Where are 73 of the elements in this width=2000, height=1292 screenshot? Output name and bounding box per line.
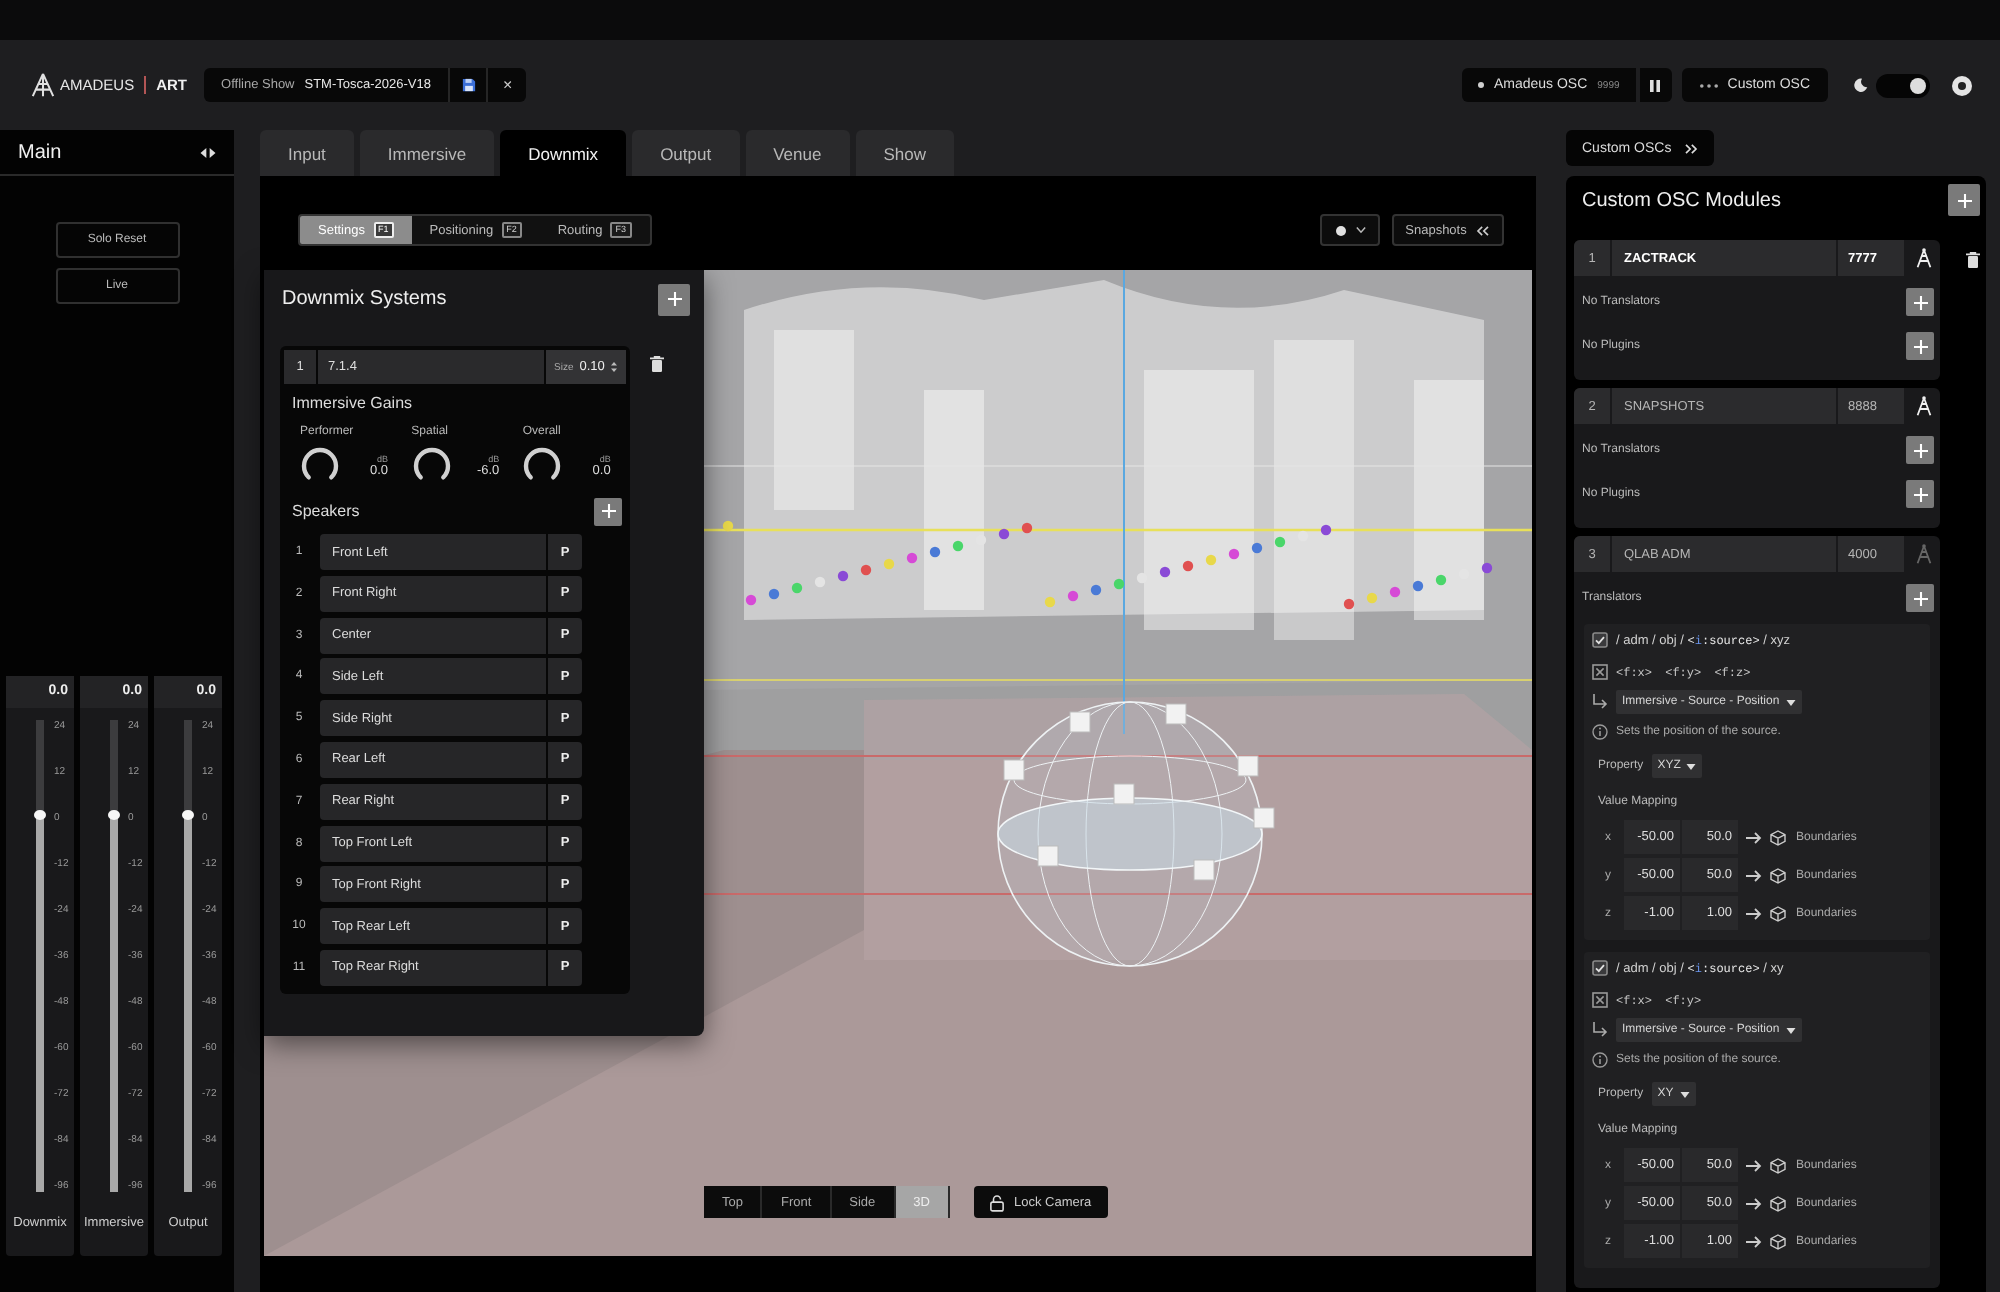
- fader-thumb[interactable]: [182, 809, 194, 820]
- return-arrow-icon: [1592, 694, 1608, 710]
- double-chevron-right-icon: [1683, 143, 1698, 153]
- info-icon: [1592, 1052, 1608, 1068]
- double-chevron-left-icon: [1476, 225, 1491, 235]
- gain-knob[interactable]: [411, 446, 452, 486]
- caret-icon: [1686, 763, 1697, 769]
- tab[interactable]: Venue: [745, 130, 850, 176]
- cube-icon: [1770, 1157, 1786, 1173]
- tab[interactable]: Downmix: [500, 130, 627, 176]
- enabled-checkbox[interactable]: [1592, 960, 1608, 976]
- add-button[interactable]: [594, 497, 622, 525]
- lock-icon: [989, 1193, 1004, 1211]
- plus-icon: [601, 504, 615, 518]
- crossed-square-icon: [1592, 992, 1608, 1008]
- fader-thumb[interactable]: [108, 809, 120, 820]
- right-arrow-icon: [1746, 869, 1762, 881]
- view-options-button[interactable]: [1320, 214, 1380, 246]
- caret-icon: [1355, 226, 1365, 234]
- fader-thumb[interactable]: [34, 809, 46, 820]
- tab[interactable]: Input: [260, 130, 354, 176]
- plus-icon: [1913, 591, 1927, 605]
- cube-icon: [1770, 829, 1786, 845]
- plus-icon: [1913, 339, 1927, 353]
- fader-track[interactable]: [34, 720, 46, 1192]
- panel-title: Custom OSC Modules: [1580, 190, 1781, 212]
- caret-icon: [1785, 699, 1796, 705]
- section-title: Speakers: [292, 502, 360, 520]
- plus-icon: [1913, 487, 1927, 501]
- fader-track[interactable]: [182, 720, 194, 1192]
- right-arrow-icon: [1746, 1159, 1762, 1171]
- trash-icon[interactable]: [650, 356, 664, 372]
- caret-icon: [1679, 1091, 1690, 1097]
- close-button[interactable]: ×: [488, 68, 527, 102]
- trash-icon[interactable]: [1966, 252, 1980, 268]
- cube-icon: [1770, 1233, 1786, 1249]
- right-arrow-icon: [1746, 1235, 1762, 1247]
- save-icon[interactable]: [462, 78, 477, 92]
- right-arrow-icon: [1746, 831, 1762, 843]
- gain-knob[interactable]: [522, 446, 563, 486]
- section-title: Immersive Gains: [292, 394, 415, 414]
- cube-icon: [1770, 905, 1786, 921]
- spinner-icon[interactable]: [610, 360, 619, 374]
- plus-icon: [667, 292, 681, 306]
- fader-track[interactable]: [108, 720, 120, 1192]
- tower-logo-icon: [30, 72, 56, 98]
- plus-icon: [1957, 193, 1971, 207]
- right-arrow-icon: [1746, 907, 1762, 919]
- caret-icon: [1785, 1027, 1796, 1033]
- cube-icon: [1770, 867, 1786, 883]
- add-button[interactable]: [658, 283, 690, 315]
- enabled-checkbox[interactable]: [1592, 632, 1608, 648]
- gain-knob[interactable]: [300, 446, 340, 486]
- pause-button[interactable]: [1639, 68, 1672, 102]
- info-icon: [1592, 724, 1608, 740]
- tab[interactable]: Immersive: [359, 130, 495, 176]
- circle-icon[interactable]: [1952, 75, 1972, 95]
- plus-icon: [1913, 443, 1927, 457]
- tab[interactable]: Show: [855, 130, 954, 176]
- panel-title: Downmix Systems: [282, 288, 447, 310]
- tab[interactable]: Output: [632, 130, 740, 176]
- return-arrow-icon: [1592, 1022, 1608, 1038]
- plus-icon: [1913, 295, 1927, 309]
- cube-icon: [1770, 1195, 1786, 1211]
- theme-switch[interactable]: [1876, 73, 1930, 97]
- dot-icon: [1335, 225, 1345, 235]
- status-dot-icon: [1477, 82, 1484, 88]
- pause-icon: [1650, 79, 1661, 91]
- moon-icon: [1854, 78, 1868, 92]
- panel-title: Main: [18, 141, 62, 163]
- crossed-square-icon: [1592, 664, 1608, 680]
- right-arrow-icon: [1746, 1197, 1762, 1209]
- left-right-arrows-icon[interactable]: [200, 147, 216, 157]
